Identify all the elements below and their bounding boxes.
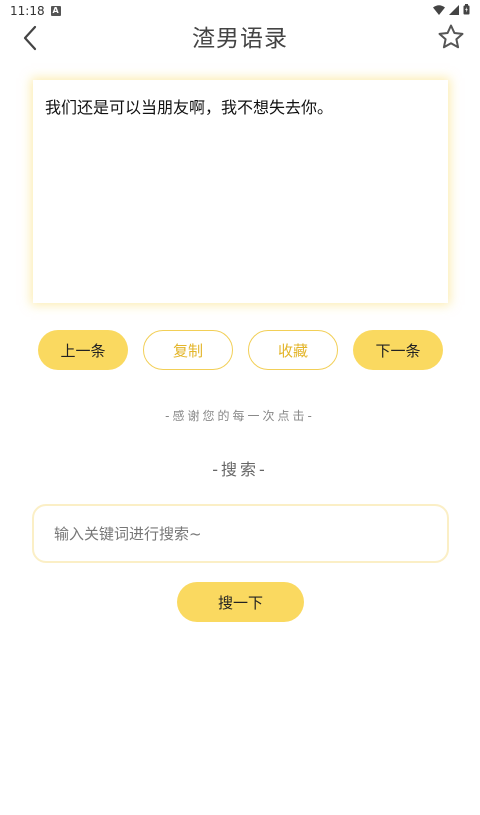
wifi-icon (433, 4, 445, 18)
notification-a-icon: A (50, 6, 61, 16)
app-header: 渣男语录 (0, 22, 480, 58)
thanks-text: -感谢您的每一次点击- (165, 409, 315, 423)
status-bar: 11:18 A (0, 0, 480, 22)
action-button-row: 上一条 复制 收藏 下一条 (38, 330, 443, 370)
search-heading: -搜索- (212, 460, 268, 479)
battery-icon (463, 4, 470, 18)
status-right (433, 4, 470, 18)
collect-button[interactable]: 收藏 (248, 330, 338, 370)
search-button[interactable]: 搜一下 (177, 582, 304, 622)
quote-card: 我们还是可以当朋友啊，我不想失去你。 (33, 80, 448, 303)
copy-button[interactable]: 复制 (143, 330, 233, 370)
next-button[interactable]: 下一条 (353, 330, 443, 370)
search-box (32, 504, 449, 563)
favorite-button[interactable] (434, 22, 468, 56)
status-time: 11:18 (10, 4, 45, 18)
status-left: 11:18 A (10, 4, 61, 18)
search-input[interactable] (52, 523, 416, 544)
star-outline-icon (437, 23, 465, 55)
page-title: 渣男语录 (192, 26, 288, 52)
signal-icon (449, 4, 459, 18)
previous-button[interactable]: 上一条 (38, 330, 128, 370)
quote-text: 我们还是可以当朋友啊，我不想失去你。 (45, 98, 334, 117)
